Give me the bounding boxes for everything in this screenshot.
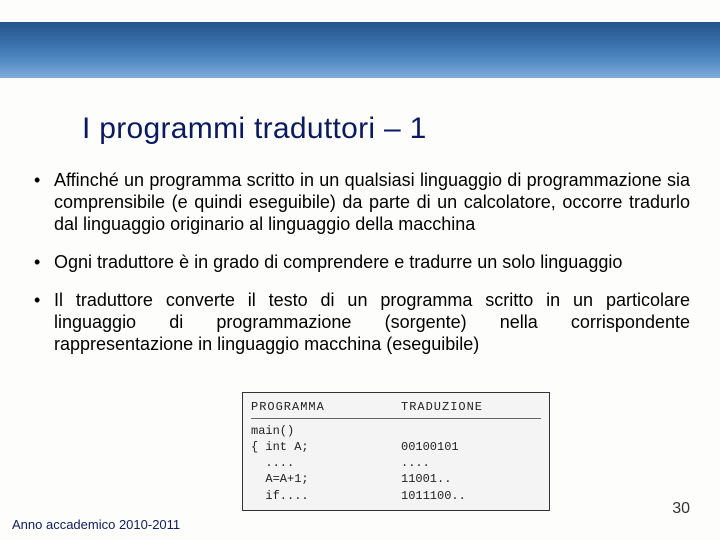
cell-trad	[401, 423, 511, 439]
table-row: { int A; 00100101	[251, 439, 541, 455]
content-area: Affinché un programma scritto in un qual…	[30, 170, 690, 482]
table-header-trad: TRADUZIONE	[401, 399, 511, 415]
cell-trad: 1011100..	[401, 488, 511, 504]
cell-prog: main()	[251, 423, 401, 439]
bullet-item: Il traduttore converte il testo di un pr…	[30, 290, 690, 356]
slide: I programmi traduttori – 1 Affinché un p…	[0, 0, 720, 540]
slide-title: I programmi traduttori – 1	[82, 112, 427, 146]
divider	[251, 418, 541, 419]
cell-prog: { int A;	[251, 439, 401, 455]
table-wrapper: PROGRAMMA TRADUZIONE main() { int A; 001…	[30, 372, 690, 482]
bullet-item: Ogni traduttore è in grado di comprender…	[30, 252, 690, 274]
table-row: .... ....	[251, 455, 541, 471]
cell-trad: ....	[401, 455, 511, 471]
page-number: 30	[672, 500, 690, 518]
cell-prog: ....	[251, 455, 401, 471]
cell-prog: A=A+1;	[251, 471, 401, 487]
table-row: A=A+1; 11001..	[251, 471, 541, 487]
cell-prog: if....	[251, 488, 401, 504]
table-row: main()	[251, 423, 541, 439]
table-row: if.... 1011100..	[251, 488, 541, 504]
cell-trad: 00100101	[401, 439, 511, 455]
table-header: PROGRAMMA TRADUZIONE	[251, 399, 541, 415]
cell-trad: 11001..	[401, 471, 511, 487]
bullet-item: Affinché un programma scritto in un qual…	[30, 170, 690, 236]
header-bar	[0, 22, 720, 78]
footer-text: Anno accademico 2010-2011	[12, 517, 180, 532]
bullet-list: Affinché un programma scritto in un qual…	[30, 170, 690, 356]
table-header-prog: PROGRAMMA	[251, 399, 401, 415]
code-translation-table: PROGRAMMA TRADUZIONE main() { int A; 001…	[242, 392, 550, 511]
